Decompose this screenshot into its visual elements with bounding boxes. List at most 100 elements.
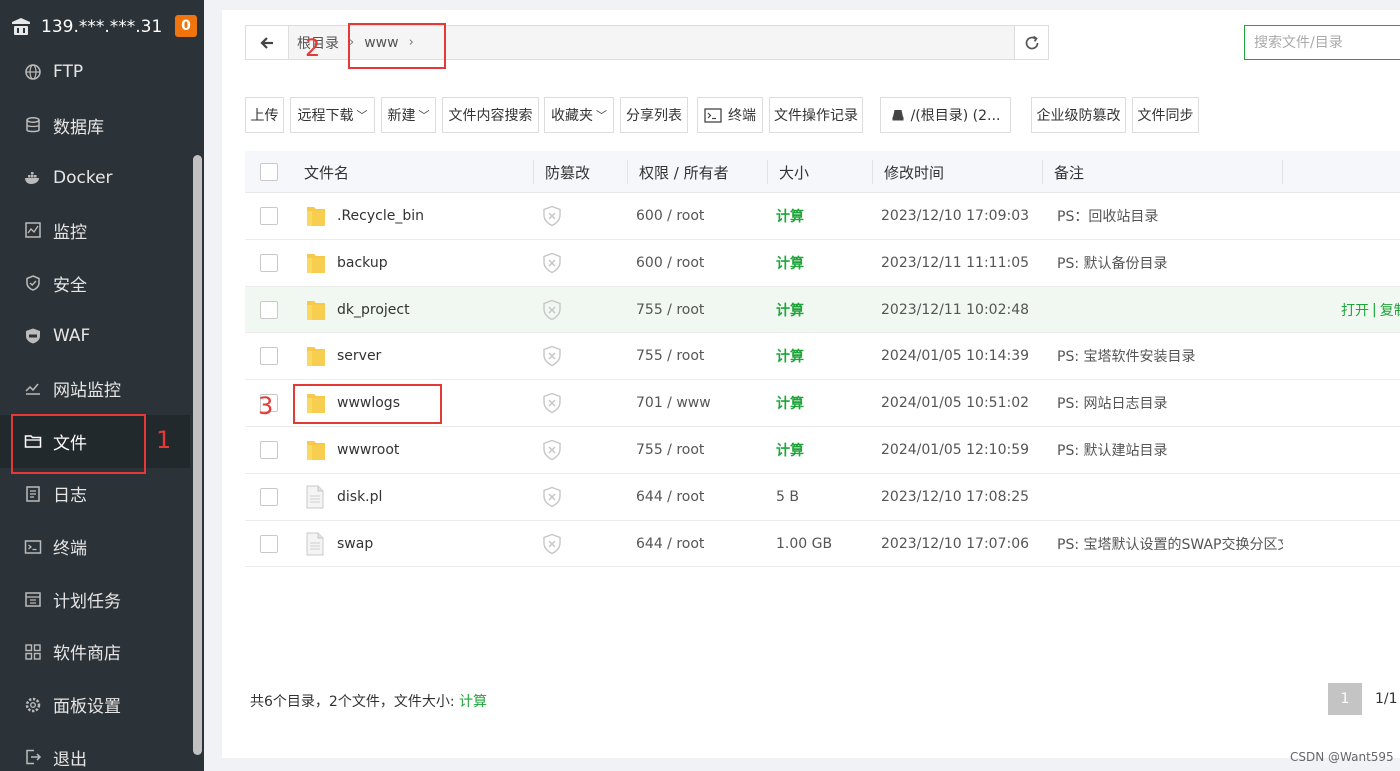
select-all-checkbox[interactable] — [260, 163, 278, 181]
permission-owner[interactable]: 755 / root — [636, 287, 704, 333]
permission-owner[interactable]: 644 / root — [636, 474, 704, 520]
file-size[interactable]: 计算 — [776, 287, 804, 333]
file-name[interactable]: backup — [337, 240, 388, 286]
tamper-status[interactable] — [542, 427, 562, 473]
file-note[interactable]: PS: 默认建站目录 — [1057, 427, 1283, 473]
permission-owner[interactable]: 600 / root — [636, 240, 704, 286]
table-row[interactable]: dk_project 755 / root 计算 2023/12/11 10:02:4… — [245, 286, 1400, 334]
copy-link[interactable]: 复制 — [1380, 300, 1400, 320]
upload-button[interactable]: 上传 — [245, 97, 284, 133]
folder-icon — [307, 207, 325, 226]
file-sync-button[interactable]: 文件同步 — [1132, 97, 1199, 133]
sidebar-item-label: 计划任务 — [53, 591, 121, 612]
header-permission[interactable]: 权限 / 所有者 — [639, 151, 729, 193]
file-note[interactable]: PS: 默认备份目录 — [1057, 240, 1283, 286]
sidebar-item-terminal[interactable]: 终端 — [0, 520, 190, 573]
permission-owner[interactable]: 755 / root — [636, 333, 704, 379]
tamper-proof-button[interactable]: 企业级防篡改 — [1031, 97, 1126, 133]
file-note[interactable]: PS: 宝塔默认设置的SWAP交换分区文 — [1057, 521, 1283, 567]
table-row[interactable]: server 755 / root 计算 2024/01/05 10:14:39 PS:… — [245, 333, 1400, 381]
row-checkbox[interactable] — [260, 207, 278, 225]
table-row[interactable]: disk.pl 644 / root 5 B 2023/12/10 17:08:25 — [245, 474, 1400, 521]
sidebar-item-docker[interactable]: Docker — [0, 151, 190, 204]
tamper-status[interactable] — [542, 521, 562, 567]
file-name[interactable]: swap — [337, 521, 373, 567]
table-row[interactable]: swap 644 / root 1.00 GB 2023/12/10 17:07:06… — [245, 521, 1400, 568]
server-name: 139.***.***.31 — [41, 17, 163, 37]
file-name[interactable]: server — [337, 333, 381, 379]
file-name[interactable]: wwwroot — [337, 427, 399, 473]
row-checkbox[interactable] — [260, 347, 278, 366]
sidebar-item-site-monitor[interactable]: 网站监控 — [0, 362, 190, 415]
header-size[interactable]: 大小 — [779, 151, 809, 193]
file-size[interactable]: 计算 — [776, 427, 804, 473]
file-size[interactable]: 计算 — [776, 380, 804, 426]
permission-owner[interactable]: 701 / www — [636, 380, 711, 426]
file-note[interactable] — [1057, 474, 1283, 520]
row-checkbox[interactable] — [260, 440, 278, 459]
sidebar-item-cron[interactable]: 计划任务 — [0, 573, 190, 626]
tamper-status[interactable] — [542, 240, 562, 286]
sidebar-item-label: 监控 — [53, 222, 87, 243]
file-note[interactable] — [1057, 287, 1283, 333]
folder-icon — [307, 253, 325, 273]
sidebar-item-waf[interactable]: WAF — [0, 309, 190, 362]
tamper-status[interactable] — [542, 193, 562, 239]
sidebar-item-ftp[interactable]: FTP — [0, 46, 190, 99]
tamper-shield-icon — [543, 346, 561, 367]
row-checkbox[interactable] — [260, 253, 278, 272]
file-size[interactable]: 计算 — [776, 240, 804, 286]
row-checkbox[interactable] — [260, 534, 278, 553]
file-note[interactable]: PS：回收站目录 — [1057, 193, 1283, 239]
search-input[interactable] — [1244, 25, 1400, 60]
disk-button[interactable]: /(根目录) (2... — [880, 97, 1011, 133]
row-checkbox-cell — [260, 193, 278, 239]
notification-badge[interactable]: 0 — [175, 15, 197, 37]
table-row[interactable]: backup 600 / root 计算 2023/12/11 11:11:05 PS:… — [245, 240, 1400, 287]
sidebar-item-logout[interactable]: 退出 — [0, 731, 190, 771]
operation-log-button[interactable]: 文件操作记录 — [769, 97, 863, 133]
sidebar-item-security[interactable]: 安全 — [0, 257, 190, 310]
sidebar-item-database[interactable]: 数据库 — [0, 99, 190, 152]
sidebar-scrollbar[interactable] — [193, 155, 202, 755]
header-name[interactable]: 文件名 — [304, 151, 349, 193]
file-note[interactable]: PS: 宝塔软件安装目录 — [1057, 333, 1283, 379]
share-list-button[interactable]: 分享列表 — [620, 97, 688, 133]
permission-owner[interactable]: 755 / root — [636, 427, 704, 473]
tamper-status[interactable] — [542, 287, 562, 333]
content-search-button[interactable]: 文件内容搜索 — [442, 97, 539, 133]
file-name[interactable]: .Recycle_bin — [337, 193, 424, 239]
terminal-button[interactable]: 终端 — [697, 97, 763, 133]
back-button[interactable] — [246, 26, 289, 59]
table-row[interactable]: .Recycle_bin 600 / root 计算 2023/12/10 17:09… — [245, 193, 1400, 240]
tamper-status[interactable] — [542, 333, 562, 379]
file-note[interactable]: PS: 网站日志目录 — [1057, 380, 1283, 426]
tamper-status[interactable] — [542, 474, 562, 520]
monitor-icon — [24, 221, 42, 239]
header-tamper: 防篡改 — [545, 163, 591, 182]
file-name[interactable]: dk_project — [337, 287, 410, 333]
file-size[interactable]: 计算 — [776, 193, 804, 239]
permission-owner[interactable]: 644 / root — [636, 521, 704, 567]
refresh-button[interactable] — [1015, 25, 1049, 60]
row-checkbox[interactable] — [260, 300, 278, 319]
file-name[interactable]: disk.pl — [337, 474, 382, 520]
remote-download-button[interactable]: 远程下载 ﹀ — [290, 97, 375, 133]
file-size[interactable]: 计算 — [776, 333, 804, 379]
new-button[interactable]: 新建 ﹀ — [381, 97, 436, 133]
permission-owner[interactable]: 600 / root — [636, 193, 704, 239]
share-list-label: 分享列表 — [626, 108, 682, 124]
column-divider — [627, 160, 628, 184]
open-link[interactable]: 打开 — [1341, 300, 1369, 320]
row-checkbox[interactable] — [260, 487, 278, 506]
sidebar-item-monitor[interactable]: 监控 — [0, 204, 190, 257]
tamper-status[interactable] — [542, 380, 562, 426]
sidebar-item-logs[interactable]: 日志 — [0, 468, 190, 521]
sidebar-item-settings[interactable]: 面板设置 — [0, 678, 190, 731]
header-mtime[interactable]: 修改时间 — [884, 151, 944, 193]
table-row[interactable]: wwwroot 755 / root 计算 2024/01/05 12:10:59 PS… — [245, 427, 1400, 474]
sidebar-item-store[interactable]: 软件商店 — [0, 626, 190, 679]
calc-total-link[interactable]: 计算 — [459, 694, 487, 710]
favorites-button[interactable]: 收藏夹 ﹀ — [544, 97, 614, 133]
page-button-1[interactable]: 1 — [1328, 683, 1362, 715]
